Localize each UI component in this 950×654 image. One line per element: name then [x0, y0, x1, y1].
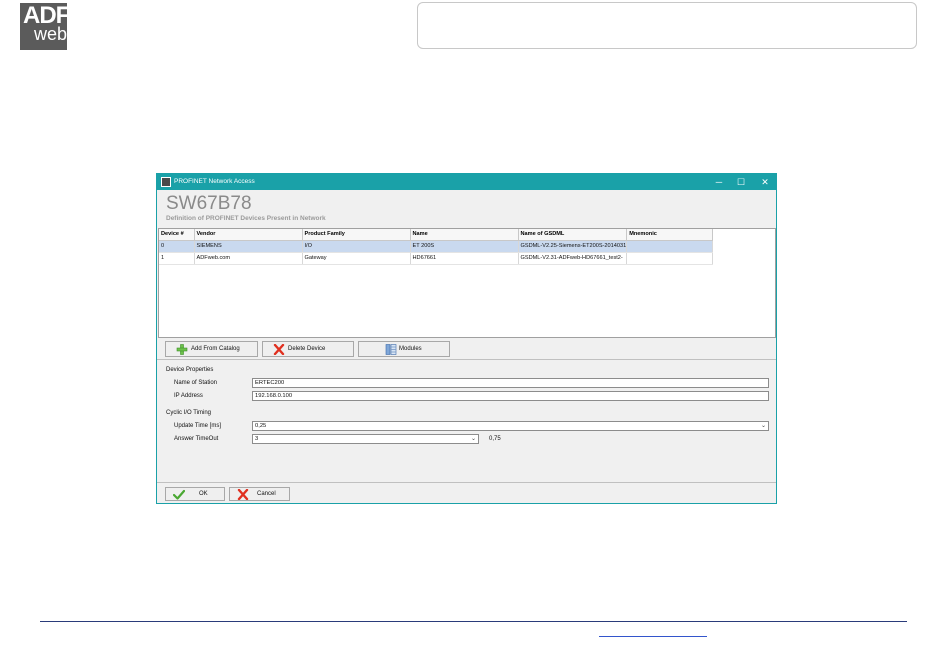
modules-button[interactable]: Modules [358, 341, 450, 357]
cancel-label: Cancel [257, 491, 276, 497]
table-row[interactable]: 1 ADFweb.com Gateway HD67661 GSDML-V2.31… [159, 252, 714, 265]
modules-icon [385, 344, 397, 355]
red-x-icon [273, 344, 285, 355]
product-title: SW67B78 [166, 193, 252, 214]
table-cell[interactable]: HD67661 [410, 252, 519, 265]
column-header-name[interactable]: Name [410, 229, 519, 241]
station-name-label: Name of Station [174, 380, 218, 386]
table-cell[interactable]: 1 [159, 252, 195, 265]
table-cell[interactable]: I/O [302, 240, 411, 253]
window-header: SW67B78 Definition of PROFINET Devices P… [157, 190, 776, 228]
device-toolbar: Add From Catalog Delete Device Modules [157, 338, 776, 360]
footer-divider [40, 621, 907, 622]
ok-button[interactable]: OK [165, 487, 225, 501]
update-time-select[interactable]: 0,25 ⌄ [252, 421, 769, 431]
answer-timeout-result: 0,75 [489, 436, 501, 442]
chevron-down-icon: ⌄ [760, 423, 766, 429]
table-cell[interactable]: GSDML-V2.25-Siemens-ET200S-2014031 [518, 240, 628, 253]
table-cell[interactable]: SIEMENS [194, 240, 303, 253]
plus-icon [176, 344, 188, 355]
device-properties-panel: Device Properties Name of Station ERTEC2… [157, 361, 776, 482]
page-subtitle: Definition of PROFINET Devices Present i… [166, 215, 326, 222]
table-cell[interactable]: ADFweb.com [194, 252, 303, 265]
window-titlebar: PROFINET Network Access ─ ☐ ✕ [157, 174, 776, 190]
column-header-gsdml[interactable]: Name of GSDML [518, 229, 628, 241]
cancel-button[interactable]: Cancel [229, 487, 290, 501]
column-header-product-family[interactable]: Product Family [302, 229, 411, 241]
minimize-button[interactable]: ─ [712, 175, 726, 189]
answer-timeout-label: Answer TimeOut [174, 436, 219, 442]
chevron-down-icon: ⌄ [470, 436, 476, 442]
header-box [417, 2, 917, 49]
table-cell[interactable]: Gateway [302, 252, 411, 265]
delete-device-button[interactable]: Delete Device [262, 341, 354, 357]
add-from-catalog-button[interactable]: Add From Catalog [165, 341, 258, 357]
update-time-label: Update Time [ms] [174, 423, 222, 429]
adfweb-logo: ADF web [20, 3, 70, 50]
close-button[interactable]: ✕ [758, 175, 772, 189]
add-from-catalog-label: Add From Catalog [191, 346, 240, 352]
table-cell[interactable]: ET 200S [410, 240, 519, 253]
table-cell[interactable]: 0 [159, 240, 195, 253]
table-cell[interactable]: GSDML-V2.31-ADFweb-HD67661_test2- [518, 252, 628, 265]
table-row[interactable]: 0 SIEMENS I/O ET 200S GSDML-V2.25-Siemen… [159, 240, 714, 253]
column-header-vendor[interactable]: Vendor [194, 229, 303, 241]
table-header-row: Device # Vendor Product Family Name Name… [159, 229, 714, 241]
update-time-value: 0,25 [255, 423, 267, 429]
modules-label: Modules [399, 346, 422, 352]
cyclic-timing-heading: Cyclic I/O Timing [166, 410, 212, 416]
devices-grid[interactable]: Device # Vendor Product Family Name Name… [158, 228, 776, 338]
delete-device-label: Delete Device [288, 346, 326, 352]
ip-address-input[interactable]: 192.168.0.100 [252, 391, 769, 401]
dialog-footer: OK Cancel [157, 482, 776, 503]
table-cell[interactable] [626, 252, 714, 265]
check-icon [173, 489, 185, 500]
red-x-icon [237, 489, 249, 500]
maximize-button[interactable]: ☐ [734, 175, 748, 189]
answer-timeout-select[interactable]: 3 ⌄ [252, 434, 479, 444]
device-properties-heading: Device Properties [166, 367, 214, 373]
ip-address-label: IP Address [174, 393, 203, 399]
table-cell[interactable] [626, 240, 714, 253]
profinet-network-access-window: PROFINET Network Access ─ ☐ ✕ SW67B78 De… [156, 173, 777, 504]
answer-timeout-value: 3 [255, 436, 259, 442]
app-icon [161, 177, 171, 187]
footer-link-underline[interactable] [599, 636, 707, 637]
devices-table: Device # Vendor Product Family Name Name… [159, 229, 714, 265]
ok-label: OK [199, 491, 208, 497]
column-header-mnemonic[interactable]: Mnemonic [626, 229, 714, 241]
logo-text-bottom: web [34, 24, 68, 44]
station-name-input[interactable]: ERTEC200 [252, 378, 769, 388]
window-title: PROFINET Network Access [174, 178, 255, 185]
column-header-device-number[interactable]: Device # [159, 229, 195, 241]
